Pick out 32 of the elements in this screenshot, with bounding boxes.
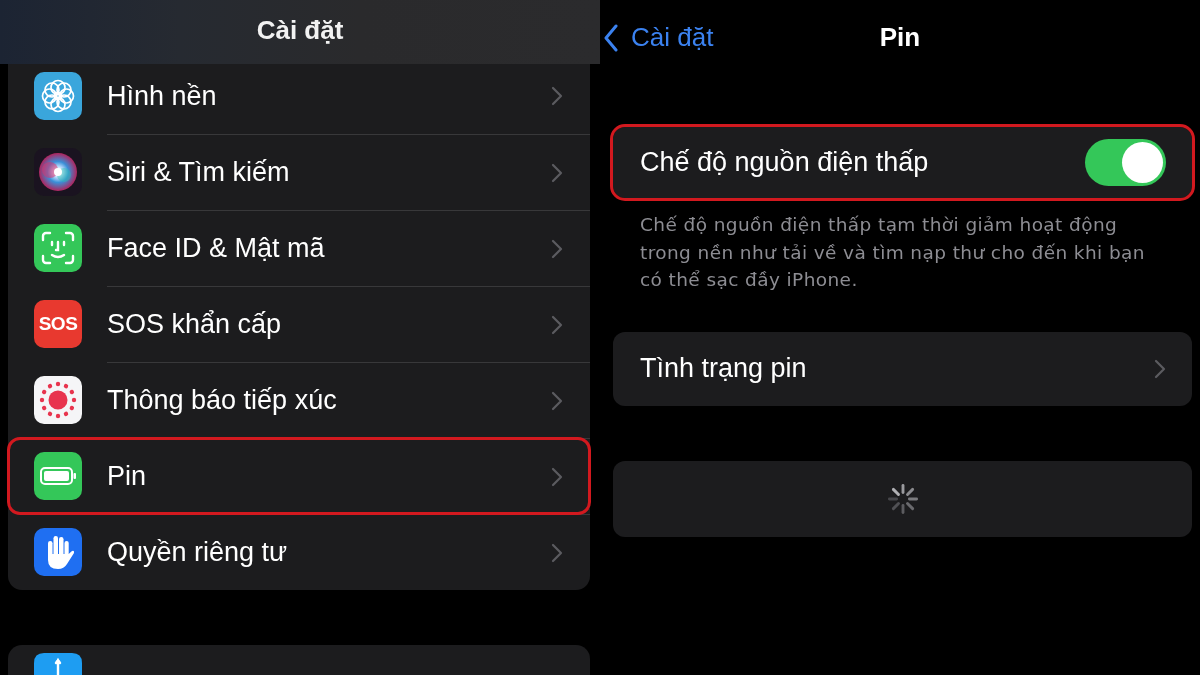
hand-icon bbox=[34, 528, 82, 576]
chevron-right-icon bbox=[551, 542, 563, 563]
face-scan-icon bbox=[34, 224, 82, 272]
dotted-ring-icon bbox=[34, 376, 82, 424]
chevron-right-icon bbox=[551, 238, 563, 259]
settings-item[interactable]: Pin bbox=[8, 438, 590, 514]
glowing-orb-icon bbox=[34, 148, 82, 196]
settings-item[interactable]: SOS SOS khẩn cấp bbox=[8, 286, 590, 362]
flower-icon bbox=[34, 72, 82, 120]
settings-item[interactable]: Thông báo tiếp xúc bbox=[8, 362, 590, 438]
settings-item[interactable]: Face ID & Mật mã bbox=[8, 210, 590, 286]
settings-item[interactable]: Siri & Tìm kiếm bbox=[8, 134, 590, 210]
chevron-right-icon bbox=[551, 466, 563, 487]
setting-description: Chế độ nguồn điện thấp tạm thời giảm hoạt động trong nền như tải về và tìm nạp thư cho đến khi bạn có thể sạc đầy iPhone. bbox=[640, 213, 1146, 292]
chevron-left-icon bbox=[603, 23, 619, 52]
chevron-right-icon bbox=[551, 162, 563, 183]
screen-title: Pin bbox=[879, 22, 921, 53]
battery-icon bbox=[34, 452, 82, 500]
chevron-right-icon bbox=[551, 390, 563, 411]
back-button[interactable]: Cài đặt bbox=[600, 22, 714, 53]
toggle-switch[interactable] bbox=[1085, 139, 1166, 186]
app-tile-icon bbox=[34, 653, 82, 675]
loading-spinner-icon bbox=[886, 482, 919, 515]
setting-label: Chế độ nguồn điện thấp bbox=[640, 147, 929, 178]
chevron-right-icon bbox=[551, 314, 563, 335]
settings-item[interactable]: Quyền riêng tư bbox=[8, 514, 590, 590]
screen-title: Cài đặt bbox=[256, 14, 344, 46]
settings-item[interactable]: Tình trạng pin bbox=[613, 331, 1192, 406]
chevron-right-icon bbox=[1154, 358, 1166, 379]
chevron-right-icon bbox=[551, 86, 563, 106]
settings-item[interactable]: Hình nền bbox=[8, 64, 590, 134]
sos-icon: SOS bbox=[34, 300, 82, 348]
